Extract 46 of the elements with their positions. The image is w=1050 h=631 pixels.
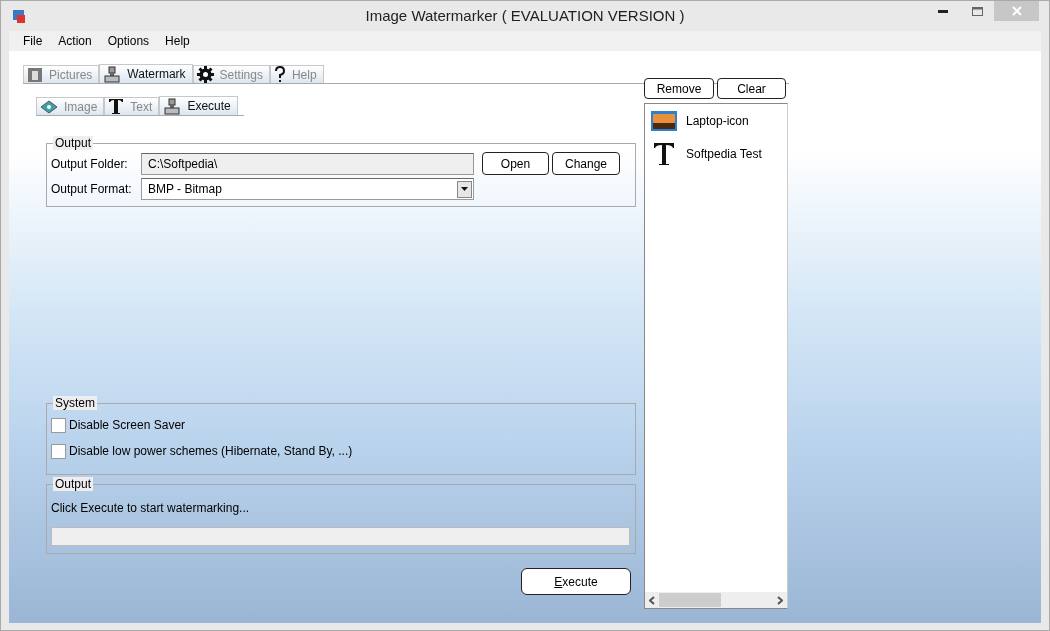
stamp-icon (163, 97, 182, 115)
gear-icon (196, 66, 214, 83)
horizontal-scrollbar[interactable] (645, 592, 787, 608)
folder-field[interactable]: C:\Softpedia\ (141, 152, 474, 175)
scroll-right-icon (777, 595, 783, 605)
status-message: Click Execute to start watermarking... (51, 500, 251, 517)
picture-frame-icon (27, 66, 43, 83)
open-button[interactable]: Open (482, 152, 549, 175)
remove-button[interactable]: Remove (644, 78, 714, 99)
checkbox-label: Disable Screen Saver (69, 417, 186, 434)
item-label: Softpedia Test (686, 145, 762, 163)
list-item[interactable]: Softpedia Test (645, 137, 787, 170)
letter-t-icon (651, 140, 677, 167)
menu-item[interactable]: Action (50, 32, 100, 50)
tab[interactable]: Watermark (99, 64, 193, 83)
window-title: Image Watermarker ( EVALUATION VERSION ) (365, 5, 685, 26)
menu-item[interactable]: Help (157, 32, 198, 50)
change-button[interactable]: Change (552, 152, 620, 175)
format-dropdown[interactable]: BMP - Bitmap (141, 178, 474, 200)
dropdown-value: BMP - Bitmap (148, 181, 222, 198)
item-label: Laptop-icon (686, 112, 749, 130)
stamp-icon (103, 65, 122, 83)
dropdown-arrow-icon (461, 187, 468, 191)
menu-item[interactable]: File (15, 32, 51, 50)
maximize-icon (971, 6, 983, 16)
execute-button[interactable]: Execute (521, 568, 631, 595)
group-title: Output (53, 136, 94, 150)
checkbox-label: Disable low power schemes (Hibernate, Stand By, ...) (69, 443, 353, 460)
list-item[interactable]: Laptop-icon (645, 104, 787, 137)
question-mark-icon (273, 66, 286, 83)
field-label: Output Format: (51, 181, 133, 198)
scrollbar-thumb[interactable] (659, 593, 721, 607)
minimize-icon (938, 9, 948, 13)
tab[interactable]: Execute (159, 96, 238, 115)
picture-icon (40, 99, 58, 114)
landscape-picture-icon (651, 110, 677, 131)
clear-button[interactable]: Clear (717, 78, 786, 99)
checkbox[interactable] (51, 417, 66, 433)
menu-item[interactable]: Options (99, 32, 158, 50)
group-title: System (53, 396, 97, 410)
field-label: Output Folder: (51, 155, 129, 173)
close-icon (1011, 6, 1022, 16)
checkbox[interactable] (51, 443, 66, 459)
scroll-left-icon (649, 595, 655, 605)
group-title: Output (53, 477, 94, 491)
letter-t-icon (108, 98, 125, 115)
